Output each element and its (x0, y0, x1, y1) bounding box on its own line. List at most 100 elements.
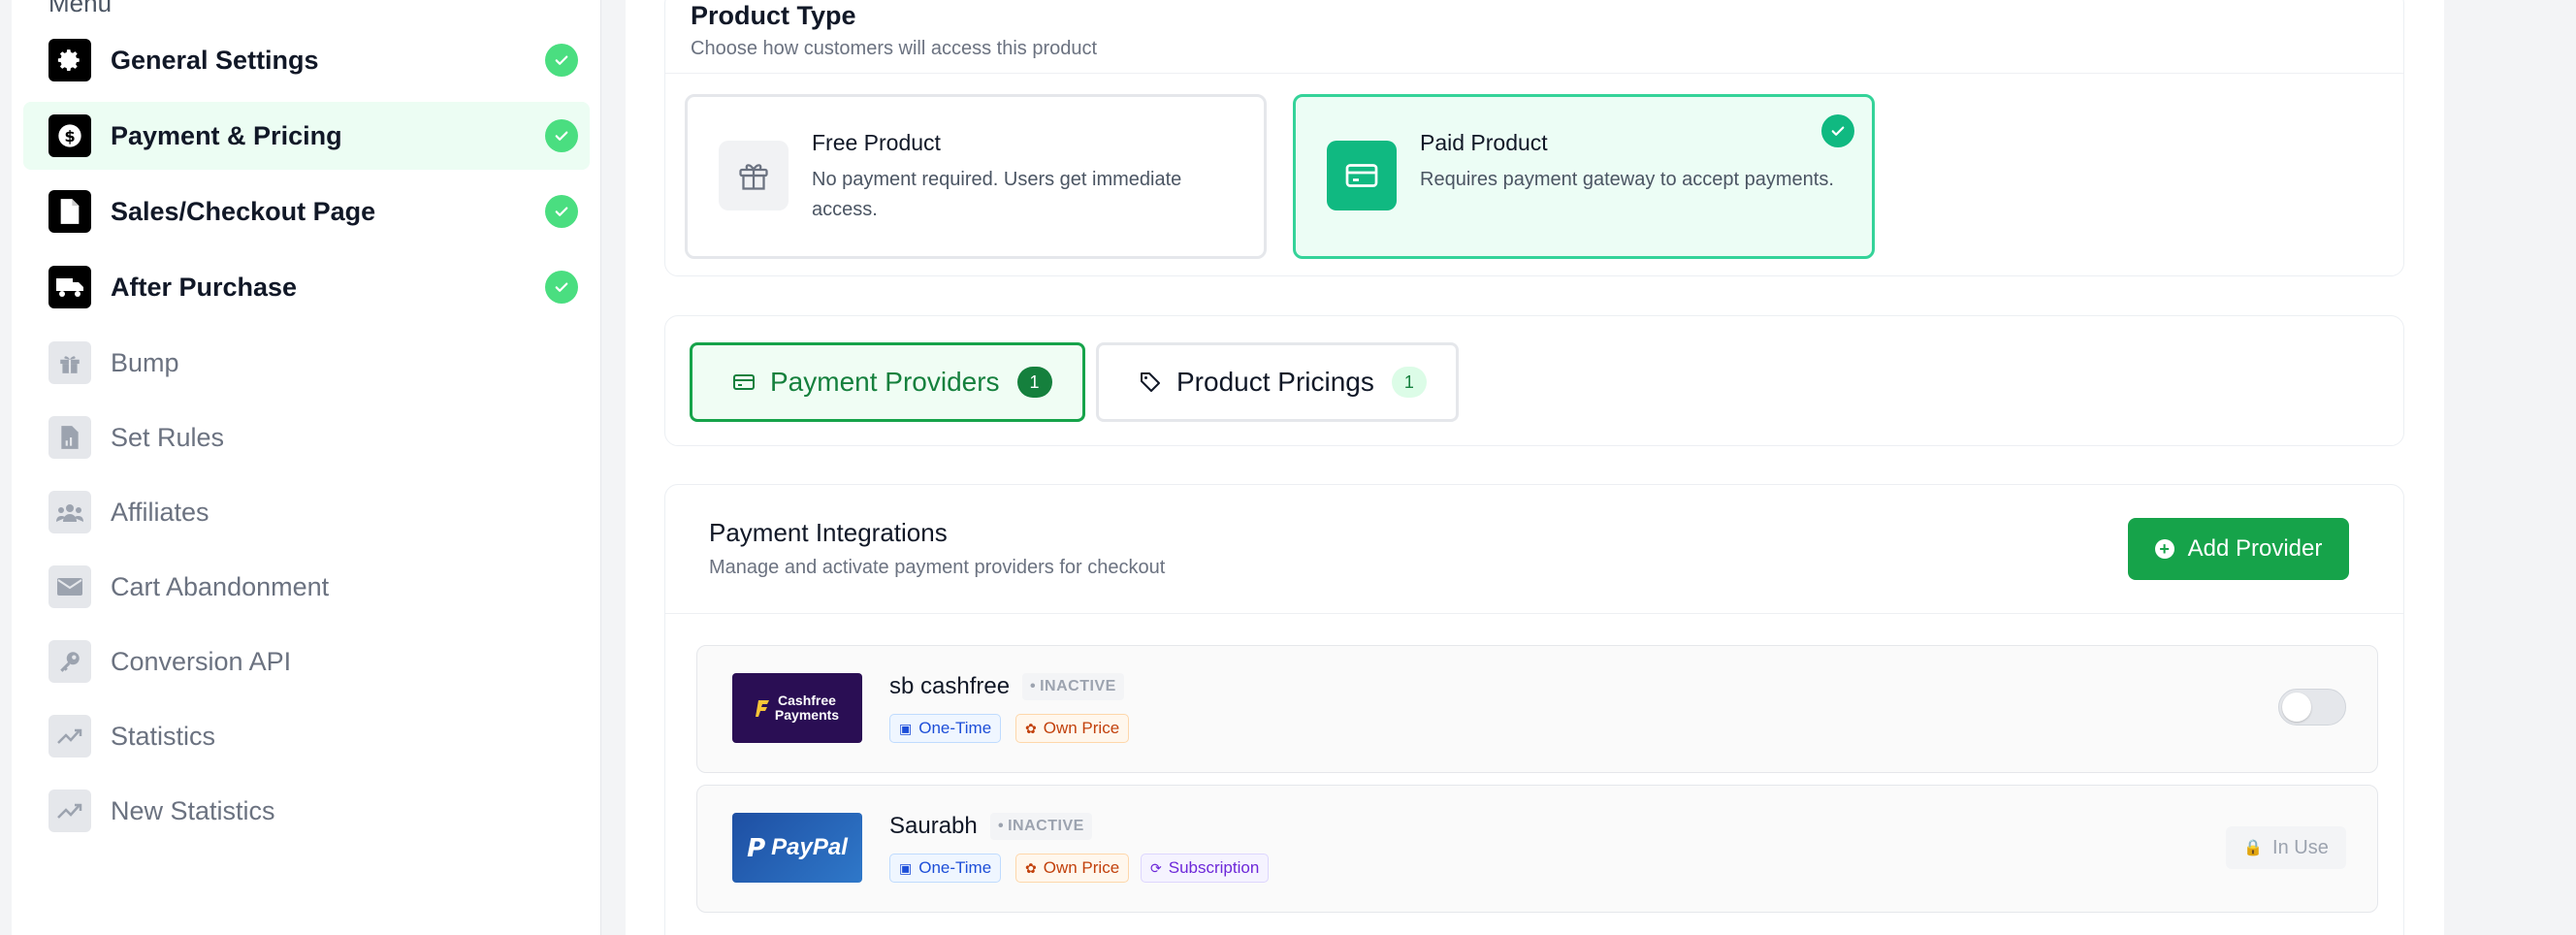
paid-product-option[interactable]: Paid Product Requires payment gateway to… (1293, 94, 1875, 259)
sidebar-item-after-purchase[interactable]: After Purchase (23, 253, 590, 321)
provider-row: Cashfree Payments sb cashfree • INACTIVE… (696, 645, 2378, 773)
plus-circle-icon: + (2154, 539, 2174, 559)
option-title: Free Product (812, 130, 941, 155)
sidebar-item-label: General Settings (111, 45, 319, 75)
provider-active-toggle[interactable] (2278, 689, 2346, 725)
check-circle-icon (545, 271, 578, 304)
file-icon (48, 190, 91, 233)
check-circle-icon (545, 44, 578, 77)
sidebar-item-payment-pricing[interactable]: $ Payment & Pricing (23, 102, 590, 170)
toggle-knob (2282, 693, 2311, 722)
paypal-p-icon: 𝙋 (747, 832, 766, 862)
tag-own-price: ✿ Own Price (1015, 714, 1130, 743)
check-circle-icon (545, 119, 578, 152)
sidebar-item-label: Affiliates (111, 497, 209, 527)
tag-subscription: ⟳ Subscription (1141, 854, 1270, 883)
sidebar-item-label: New Statistics (111, 795, 275, 825)
product-type-title: Product Type (691, 1, 856, 30)
provider-name: Saurabh (889, 813, 978, 839)
logo-text: PayPal (771, 834, 848, 860)
badge-icon: ✿ (1025, 720, 1037, 736)
sidebar-item-label: Set Rules (111, 422, 225, 452)
gift-icon (719, 141, 789, 210)
sidebar-item-cart-abandonment[interactable]: Cart Abandonment (23, 553, 590, 621)
product-type-subtitle: Choose how customers will access this pr… (691, 38, 1098, 59)
sidebar-item-label: Payment & Pricing (111, 120, 342, 150)
sidebar-item-label: Statistics (111, 721, 216, 751)
gear-icon (48, 39, 91, 81)
sidebar: Menu General Settings $ Payment & Pricin… (12, 0, 601, 935)
sidebar-item-label: Bump (111, 347, 179, 377)
logo-text: Payments (774, 707, 840, 723)
tag-own-price: ✿ Own Price (1015, 854, 1130, 883)
users-icon (48, 491, 91, 533)
sidebar-item-affiliates[interactable]: Affiliates (23, 478, 590, 546)
tab-payment-providers[interactable]: Payment Providers 1 (690, 342, 1085, 422)
provider-row: 𝙋 PayPal Saurabh • INACTIVE ▣ One-Time ✿ Ow… (696, 785, 2378, 913)
refresh-icon: ⟳ (1150, 859, 1162, 876)
product-type-card: Product Type Choose how customers will a… (664, 0, 2404, 276)
tab-count-badge: 1 (1016, 367, 1052, 398)
tag-text: One-Time (918, 719, 992, 737)
sidebar-item-conversion-api[interactable]: Conversion API (23, 628, 590, 695)
gift-icon (48, 341, 91, 384)
menu-label: Menu (48, 0, 113, 17)
dollar-icon: $ (48, 114, 91, 157)
tag-text: One-Time (918, 858, 992, 877)
tab-label: Product Pricings (1176, 367, 1374, 397)
tabs-card: Payment Providers 1 Product Pricings 1 (664, 315, 2404, 446)
option-title: Paid Product (1420, 130, 1548, 155)
sidebar-item-label: Cart Abandonment (111, 571, 330, 601)
divider (665, 613, 2403, 614)
logo-text: Cashfree (778, 693, 836, 708)
envelope-icon (48, 565, 91, 608)
main-content: Product Type Choose how customers will a… (626, 0, 2444, 935)
status-badge: • INACTIVE (1022, 673, 1124, 700)
integrations-title: Payment Integrations (709, 518, 948, 547)
badge-icon: ✿ (1025, 859, 1037, 876)
sidebar-item-general-settings[interactable]: General Settings (23, 26, 590, 94)
tab-count-badge: 1 (1391, 367, 1427, 398)
check-circle-icon (1821, 114, 1854, 147)
in-use-label: In Use (2272, 836, 2329, 858)
paypal-logo: 𝙋 PayPal (732, 813, 862, 883)
check-circle-icon (545, 195, 578, 228)
free-product-option[interactable]: Free Product No payment required. Users … (685, 94, 1267, 259)
add-provider-label: Add Provider (2187, 535, 2323, 562)
tab-product-pricings[interactable]: Product Pricings 1 (1096, 342, 1459, 422)
sidebar-item-label: Conversion API (111, 646, 292, 676)
key-icon (48, 640, 91, 683)
tag-text: Own Price (1043, 858, 1120, 877)
divider (665, 73, 2403, 74)
add-provider-button[interactable]: + Add Provider (2128, 518, 2349, 580)
option-description: Requires payment gateway to accept payme… (1420, 169, 1834, 190)
integrations-subtitle: Manage and activate payment providers fo… (709, 557, 1166, 578)
sidebar-item-statistics[interactable]: Statistics (23, 702, 590, 770)
status-text: INACTIVE (1008, 818, 1084, 834)
tag-one-time: ▣ One-Time (889, 714, 1002, 743)
credit-card-icon (1327, 141, 1397, 210)
svg-text:$: $ (64, 127, 75, 145)
provider-name: sb cashfree (889, 673, 1011, 699)
payment-integrations-card: Payment Integrations Manage and activate… (664, 484, 2404, 935)
card-icon: ▣ (899, 720, 913, 736)
sidebar-item-sales-checkout[interactable]: Sales/Checkout Page (23, 177, 590, 245)
credit-card-icon (731, 370, 757, 395)
tag-text: Subscription (1168, 858, 1260, 877)
trend-icon (48, 715, 91, 758)
sidebar-item-label: After Purchase (111, 272, 298, 302)
tab-label: Payment Providers (770, 367, 1000, 397)
trend-icon (48, 790, 91, 832)
truck-icon (48, 266, 91, 308)
file-chart-icon (48, 416, 91, 459)
card-icon: ▣ (899, 859, 913, 876)
sidebar-item-set-rules[interactable]: Set Rules (23, 403, 590, 471)
sidebar-item-bump[interactable]: Bump (23, 329, 590, 397)
status-text: INACTIVE (1040, 678, 1116, 694)
lock-icon: 🔒 (2243, 840, 2264, 856)
tag-one-time: ▣ One-Time (889, 854, 1002, 883)
tag-icon (1138, 370, 1163, 395)
sidebar-item-new-statistics[interactable]: New Statistics (23, 777, 590, 845)
in-use-button: 🔒 In Use (2226, 826, 2346, 869)
right-gutter (2444, 0, 2576, 935)
